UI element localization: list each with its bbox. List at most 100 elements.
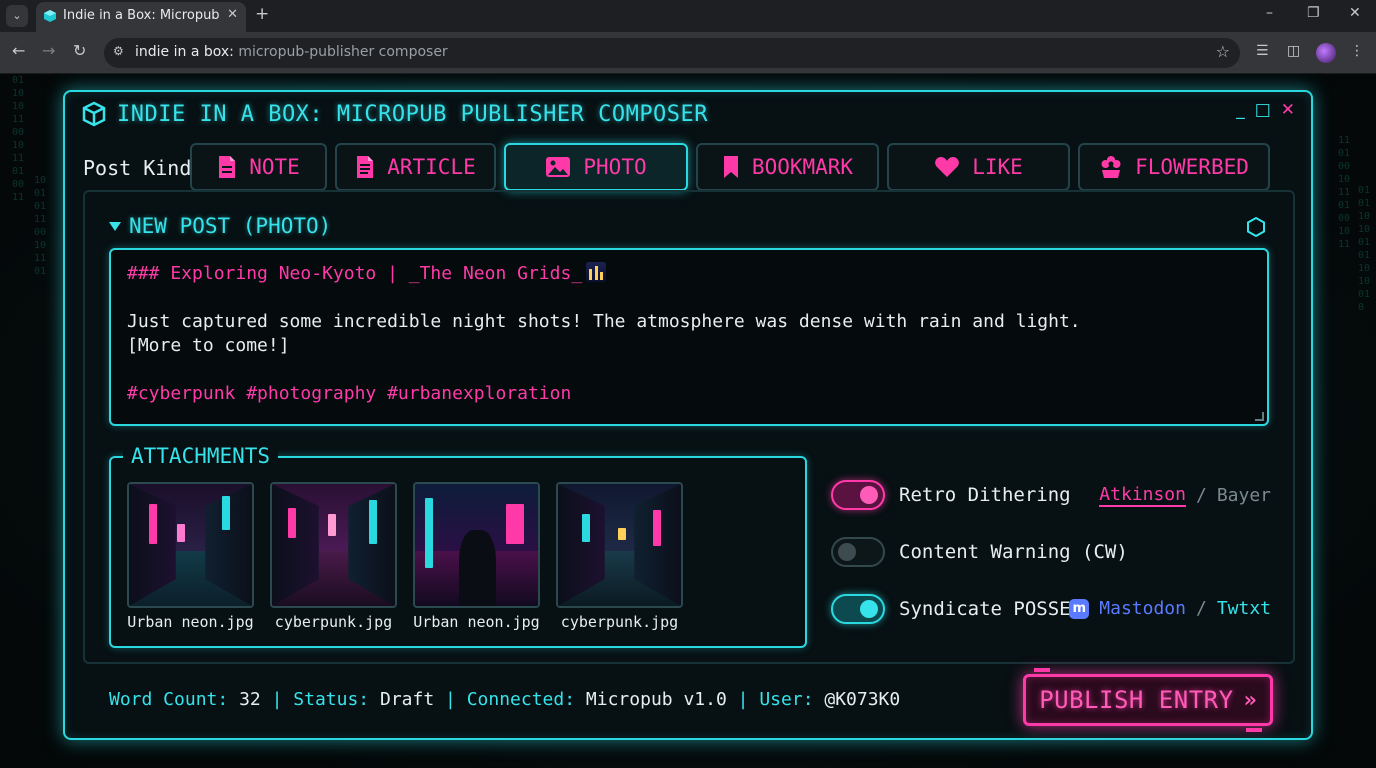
forward-icon[interactable]: → bbox=[42, 41, 55, 60]
menu-kebab-icon[interactable]: ⋮ bbox=[1350, 43, 1364, 59]
attachments-legend: ATTACHMENTS bbox=[123, 444, 279, 468]
kind-label: LIKE bbox=[972, 155, 1023, 179]
decorative-corner bbox=[1246, 728, 1262, 732]
option-label: Syndicate POSSE bbox=[899, 598, 1071, 620]
user-value: @K073K0 bbox=[824, 689, 901, 710]
back-icon[interactable]: ← bbox=[12, 41, 25, 60]
media-queue-icon[interactable]: ☰ bbox=[1256, 43, 1269, 59]
post-header-title: NEW POST (PHOTO) bbox=[129, 214, 332, 238]
window-minimize-button[interactable]: – bbox=[1266, 5, 1273, 21]
code-rain-decoration: 1001011100101101 bbox=[34, 175, 47, 277]
syndicate-posse-toggle[interactable] bbox=[831, 594, 885, 624]
kind-button-article[interactable]: ARTICLE bbox=[335, 143, 496, 191]
reload-icon[interactable]: ↻ bbox=[73, 41, 86, 60]
kind-label: FLOWERBED bbox=[1135, 155, 1249, 179]
publish-label: PUBLISH ENTRY bbox=[1039, 686, 1234, 714]
bookmark-star-icon[interactable]: ☆ bbox=[1216, 42, 1230, 61]
option-label: Retro Dithering bbox=[899, 484, 1071, 506]
option-retro-dithering: Retro Dithering Atkinson / Bayer bbox=[831, 480, 1271, 510]
app-title: INDIE IN A BOX: MICROPUB PUBLISHER COMPO… bbox=[117, 101, 709, 127]
post-content-editor[interactable]: ### Exploring Neo-Kyoto | _The Neon Grid… bbox=[109, 248, 1269, 426]
composer-window: INDIE IN A BOX: MICROPUB PUBLISHER COMPO… bbox=[63, 90, 1313, 740]
side-panel-icon[interactable]: ◫ bbox=[1287, 43, 1300, 59]
post-kind-label: Post Kind bbox=[83, 156, 192, 180]
window-close-button[interactable]: ✕ bbox=[1349, 5, 1361, 21]
browser-tab[interactable]: Indie in a Box: Micropub ✕ bbox=[36, 2, 246, 32]
attachment-thumbnail[interactable] bbox=[413, 482, 540, 608]
app-close-button[interactable]: ✕ bbox=[1281, 100, 1295, 120]
kind-button-bookmark[interactable]: BOOKMARK bbox=[696, 143, 879, 191]
attachment-filename: cyberpunk.jpg bbox=[560, 613, 679, 631]
code-rain-decoration: 110100101101001011 bbox=[1338, 135, 1351, 250]
kind-label: PHOTO bbox=[583, 155, 647, 179]
image-icon bbox=[546, 157, 571, 177]
post-header[interactable]: NEW POST (PHOTO) bbox=[109, 214, 331, 238]
kind-label: ARTICLE bbox=[387, 155, 476, 179]
flower-icon bbox=[1101, 156, 1121, 178]
dither-bayer-option[interactable]: Bayer bbox=[1217, 485, 1271, 506]
kind-button-photo[interactable]: PHOTO bbox=[504, 143, 688, 191]
url-text[interactable]: indie in a box: micropub-publisher compo… bbox=[135, 44, 448, 60]
app-minimize-button[interactable]: _ bbox=[1236, 100, 1245, 120]
editor-tags-line: #cyberpunk #photography #urbanexploratio… bbox=[127, 383, 572, 404]
collapse-caret-icon[interactable] bbox=[109, 221, 121, 231]
code-rain-decoration: 01101011001011010011 bbox=[12, 75, 25, 203]
decorative-corner bbox=[1034, 668, 1050, 672]
bookmark-icon bbox=[723, 156, 738, 178]
publish-entry-button[interactable]: PUBLISH ENTRY » bbox=[1023, 668, 1273, 732]
document-icon bbox=[219, 156, 236, 178]
editor-body-line: Just captured some incredible night shot… bbox=[127, 311, 1081, 332]
night-city-emoji-icon bbox=[586, 262, 607, 282]
word-count-value: 32 bbox=[239, 689, 261, 710]
hexagon-icon[interactable] bbox=[1245, 216, 1267, 238]
address-bar[interactable]: ⚙ indie in a box: micropub-publisher com… bbox=[104, 38, 1240, 68]
status-bar: Word Count: 32 | Status: Draft | Connect… bbox=[109, 689, 901, 710]
composer-titlebar: INDIE IN A BOX: MICROPUB PUBLISHER COMPO… bbox=[81, 100, 708, 128]
content-warning-toggle[interactable] bbox=[831, 537, 885, 567]
kind-label: BOOKMARK bbox=[751, 155, 854, 179]
app-window-controls: _ □ ✕ bbox=[1236, 100, 1295, 120]
option-separator: / bbox=[1195, 485, 1207, 506]
syndicate-mastodon-option[interactable]: Mastodon bbox=[1099, 598, 1186, 619]
status-value: Draft bbox=[379, 689, 435, 710]
attachment-filename: cyberpunk.jpg bbox=[274, 613, 393, 631]
connection-value: Micropub v1.0 bbox=[585, 689, 727, 710]
browser-toolbar: ← → ↻ ⚙ indie in a box: micropub-publish… bbox=[0, 32, 1376, 74]
site-info-icon[interactable]: ⚙ bbox=[113, 44, 124, 58]
tab-title: Indie in a Box: Micropub bbox=[63, 8, 220, 23]
attachment-thumbnail[interactable] bbox=[270, 482, 397, 608]
retro-dithering-toggle[interactable] bbox=[831, 480, 885, 510]
attachment-filename: Urban neon.jpg bbox=[127, 613, 254, 631]
kind-button-like[interactable]: LIKE bbox=[887, 143, 1070, 191]
profile-avatar[interactable] bbox=[1316, 43, 1336, 63]
double-chevron-right-icon: » bbox=[1243, 687, 1257, 713]
heart-icon bbox=[935, 157, 960, 177]
attachment-thumbnail[interactable] bbox=[556, 482, 683, 608]
browser-tabbar: ⌄ Indie in a Box: Micropub ✕ + – ❐ ✕ bbox=[0, 0, 1376, 32]
tab-list-button[interactable]: ⌄ bbox=[6, 5, 28, 27]
attachments-panel: ATTACHMENTS Urban neon.jpg cyberpunk.jpg bbox=[109, 444, 807, 648]
cube-icon bbox=[82, 101, 106, 127]
editor-heading-line: ### Exploring Neo-Kyoto | _The Neon Grid… bbox=[127, 263, 583, 284]
option-content-warning: Content Warning (CW) bbox=[831, 537, 1271, 567]
option-label: Content Warning (CW) bbox=[899, 541, 1128, 563]
attachment-filename: Urban neon.jpg bbox=[413, 613, 540, 631]
kind-label: NOTE bbox=[249, 155, 300, 179]
app-maximize-button[interactable]: □ bbox=[1255, 100, 1271, 120]
code-rain-decoration: 0101101001011010010 bbox=[1358, 185, 1371, 313]
kind-button-note[interactable]: NOTE bbox=[190, 143, 327, 191]
window-maximize-button[interactable]: ❐ bbox=[1307, 5, 1320, 21]
new-tab-button[interactable]: + bbox=[255, 4, 269, 24]
document-lines-icon bbox=[357, 156, 374, 178]
editor-body-line: [More to come!] bbox=[127, 335, 290, 356]
dither-atkinson-option[interactable]: Atkinson bbox=[1099, 484, 1186, 507]
mastodon-icon: m bbox=[1069, 598, 1090, 619]
syndicate-twtxt-option[interactable]: Twtxt bbox=[1217, 598, 1271, 619]
kind-button-flowerbed[interactable]: FLOWERBED bbox=[1078, 143, 1270, 191]
attachment-thumbnail[interactable] bbox=[127, 482, 254, 608]
cube-icon bbox=[44, 10, 56, 22]
post-panel: NEW POST (PHOTO) ### Exploring Neo-Kyoto… bbox=[83, 190, 1295, 664]
tab-close-icon[interactable]: ✕ bbox=[227, 7, 238, 22]
option-separator: / bbox=[1195, 598, 1207, 619]
resize-grip-icon[interactable] bbox=[1255, 412, 1264, 421]
